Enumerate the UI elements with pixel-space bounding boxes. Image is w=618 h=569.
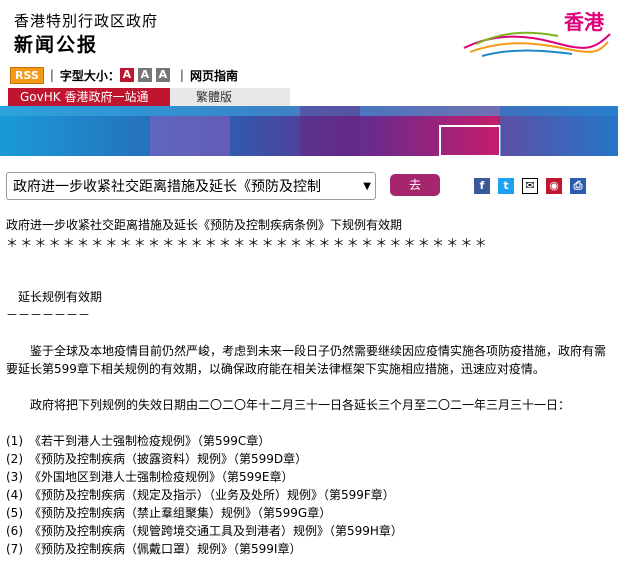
font-medium-button[interactable]: A xyxy=(137,68,152,82)
org-name: 香港特別行政区政府 xyxy=(14,12,159,30)
list-item: (5) 《预防及控制疾病（禁止羣组聚集）规例》（第599G章） xyxy=(6,506,332,520)
list-item: (6) 《预防及控制疾病（规管跨境交通工具及到港者）规例》（第599H章） xyxy=(6,524,403,538)
divider: | xyxy=(179,68,184,82)
font-large-button[interactable]: A xyxy=(155,68,170,82)
nav-tabs: GovHK 香港政府一站通 繁體版 xyxy=(0,88,618,106)
divider: | xyxy=(49,68,54,82)
brand-hong-kong-logo[interactable]: 香港 xyxy=(462,4,612,60)
list-item: (4) 《预防及控制疾病（规定及指示）（业务及处所）规例》（第599F章） xyxy=(6,488,395,502)
logo-text: 香港 xyxy=(564,10,604,34)
share-bar: f t ✉ ◉ ⎙ xyxy=(474,178,594,194)
article-body: 政府进一步收紧社交距离措施及延长《预防及控制疾病条例》下规例有效期 ＊＊＊＊＊＊… xyxy=(6,216,612,558)
tab-govhk[interactable]: GovHK 香港政府一站通 xyxy=(8,88,171,106)
paragraph-1: 鉴于全球及本地疫情目前仍然严峻，考虑到未来一段日子仍然需要继续因应疫情实施各项防… xyxy=(6,344,607,376)
banner-graphic xyxy=(0,106,618,157)
list-item: (7) 《预防及控制疾病（佩戴口罩）规例》（第599I章） xyxy=(6,542,302,556)
article-selector[interactable]: 政府进一步收紧社交距离措施及延长《预防及控制 ▼ xyxy=(6,172,376,200)
font-size-label: 字型大小： xyxy=(59,68,120,83)
header-banner xyxy=(0,106,618,157)
subheading-underline: －－－－－－－ xyxy=(6,308,91,322)
list-item: (3) 《外国地区到港人士强制检疫规例》（第599E章） xyxy=(6,470,294,484)
section-title: 新闻公报 xyxy=(14,34,99,56)
list-item: (1) 《若干到港人士强制检疫规例》（第599C章） xyxy=(6,434,271,448)
facebook-icon[interactable]: f xyxy=(474,178,490,194)
print-icon[interactable]: ⎙ xyxy=(570,178,586,194)
chevron-down-icon: ▼ xyxy=(363,181,371,192)
font-small-button[interactable]: A xyxy=(119,68,134,82)
tab-traditional[interactable]: 繁體版 xyxy=(170,88,290,106)
go-button[interactable]: 去 xyxy=(390,174,440,196)
twitter-icon[interactable]: t xyxy=(498,178,514,194)
rss-button[interactable]: RSS xyxy=(10,66,44,84)
article-selector-value: 政府进一步收紧社交距离措施及延长《预防及控制 xyxy=(13,179,321,195)
article-title: 政府进一步收紧社交距离措施及延长《预防及控制疾病条例》下规例有效期 xyxy=(6,218,403,232)
email-icon[interactable]: ✉ xyxy=(522,178,538,194)
separator-stars: ＊＊＊＊＊＊＊＊＊＊＊＊＊＊＊＊＊＊＊＊＊＊＊＊＊＊＊＊＊＊＊＊＊＊ xyxy=(6,236,489,250)
page-header: 香港特別行政区政府 新闻公报 香港 xyxy=(0,0,618,62)
weibo-icon[interactable]: ◉ xyxy=(546,178,562,194)
list-item: (2) 《预防及控制疾病（披露资料）规例》（第599D章） xyxy=(6,452,308,466)
regulation-list: (1) 《若干到港人士强制检疫规例》（第599C章） (2) 《预防及控制疾病（… xyxy=(6,432,612,558)
subheading: 延长规例有效期 xyxy=(18,290,103,304)
paragraph-2: 政府将把下列规例的失效日期由二〇二〇年十二月三十一日各延长三个月至二〇二一年三月… xyxy=(30,398,571,412)
toolbar: RSS | 字型大小： A A A | 网页指南 xyxy=(10,66,238,84)
guide-link[interactable]: 网页指南 xyxy=(190,67,238,84)
